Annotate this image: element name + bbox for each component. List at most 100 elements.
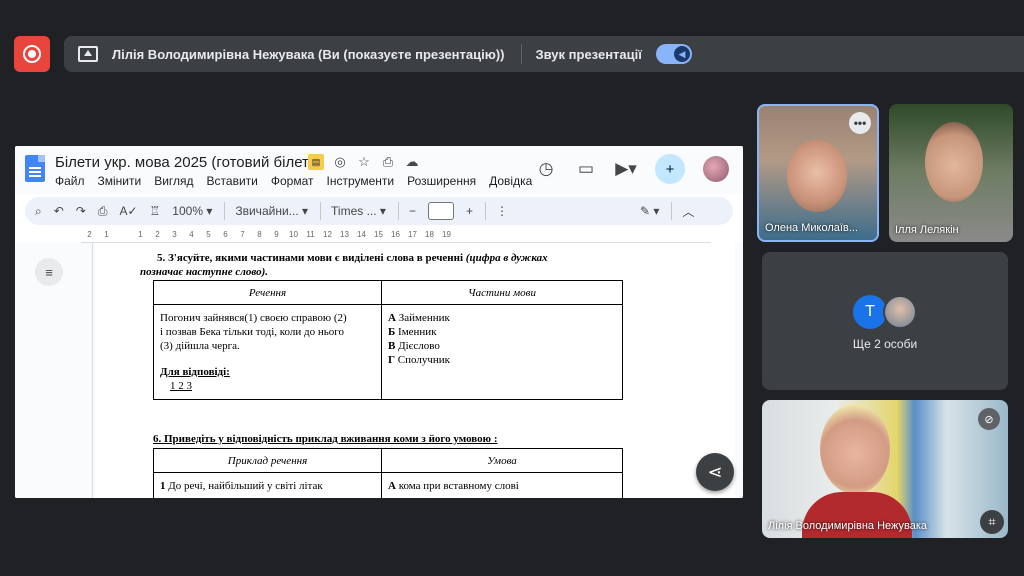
undo-icon[interactable]: ↶ xyxy=(54,204,64,218)
participant-video xyxy=(787,140,847,212)
ruler-number: 18 xyxy=(425,230,434,239)
paint-format-icon[interactable]: ♖ xyxy=(150,204,161,218)
ruler-number: 13 xyxy=(340,230,349,239)
account-avatar[interactable] xyxy=(703,156,729,182)
speaker-icon: ◀ xyxy=(673,46,690,62)
ruler-number: 14 xyxy=(357,230,366,239)
ruler-number: 9 xyxy=(274,230,279,239)
toolbar-divider xyxy=(484,202,486,220)
document-page[interactable]: 5. З'ясуйте, якими частинами мови є виді… xyxy=(95,243,735,498)
ruler-number: 1 xyxy=(104,230,109,239)
participant-tile-illia[interactable]: Ілля Лелякін xyxy=(889,104,1013,242)
record-button[interactable] xyxy=(14,36,50,72)
docs-header: Білети укр. мова 2025 (готовий білет) ▤ … xyxy=(15,146,743,194)
crop-icon[interactable]: ⌗ xyxy=(980,510,1004,534)
ruler-number: 10 xyxy=(289,230,298,239)
font-select[interactable]: Times ... ▾ xyxy=(331,204,386,218)
vertical-ruler[interactable] xyxy=(81,243,93,498)
meet-stage: Лілія Володимирівна Нежувака (Ви (показу… xyxy=(0,0,1024,576)
docs-logo-icon[interactable] xyxy=(25,155,45,182)
outline-icon[interactable]: ≡ xyxy=(35,258,63,286)
redo-icon[interactable]: ↷ xyxy=(76,204,86,218)
ruler-number: 4 xyxy=(189,230,194,239)
editing-mode-icon[interactable]: ✎ ▾ xyxy=(640,204,659,218)
answer-label: Для відповіді: xyxy=(160,366,230,378)
ruler-number: 8 xyxy=(257,230,262,239)
q5-heading: 5. З'ясуйте, якими частинами мови є виді… xyxy=(157,252,548,264)
style-select[interactable]: Звичайни... ▾ xyxy=(235,204,308,218)
meet-video-icon[interactable]: ▶▾ xyxy=(615,159,637,179)
sentence-cell: Погонич зайнявся(1) своєю справою (2) і … xyxy=(153,304,382,400)
menu-format[interactable]: Формат xyxy=(271,174,314,188)
presentation-sound-label: Звук презентації xyxy=(535,46,642,62)
docs-toolbar: ⌕ ↶ ↷ ⎙ A✓ ♖ 100% ▾ Звичайни... ▾ Times … xyxy=(25,197,733,225)
horizontal-ruler[interactable]: 2 1 1 2 3 4 5 6 7 8 9 10 11 12 13 14 15 16 17 18 19 xyxy=(81,230,711,242)
participant-tile-olena[interactable]: ••• Олена Миколаїв... xyxy=(757,104,879,242)
ruler-number: 5 xyxy=(206,230,211,239)
comments-icon[interactable]: ▭ xyxy=(575,159,597,179)
more-participants-label: Ще 2 особи xyxy=(852,337,918,351)
document-title[interactable]: Білети укр. мова 2025 (готовий білет) xyxy=(55,154,314,171)
presenting-status-text: Лілія Володимирівна Нежувака (Ви (показу… xyxy=(112,46,505,62)
menu-edit[interactable]: Змінити xyxy=(98,174,142,188)
menu-extensions[interactable]: Розширення xyxy=(407,174,476,188)
presentation-sound-toggle[interactable]: ◀ xyxy=(655,44,692,64)
menu-file[interactable]: Файл xyxy=(55,174,85,188)
toolbar-divider xyxy=(671,202,673,220)
toolbar-divider xyxy=(320,202,322,220)
participant-video xyxy=(820,404,890,494)
ruler-number xyxy=(115,230,132,239)
more-options-icon[interactable]: ••• xyxy=(849,112,871,134)
collapse-toolbar-icon[interactable]: ︿ xyxy=(682,203,694,220)
presenting-bar: Лілія Володимирівна Нежувака (Ви (показу… xyxy=(64,36,1024,72)
table-header: Приклад речення xyxy=(153,448,382,473)
title-icons: ▤ ◎ ☆ ⎙ ☁ xyxy=(308,154,420,170)
spellcheck-icon[interactable]: A✓ xyxy=(119,204,137,218)
font-size-decrease-icon[interactable]: − xyxy=(409,204,416,218)
ruler-number: 3 xyxy=(172,230,177,239)
option-b: Б Іменник xyxy=(388,326,437,338)
star-icon[interactable]: ☆ xyxy=(356,154,372,170)
record-icon xyxy=(23,45,41,63)
more-options-icon[interactable]: ⋮ xyxy=(496,204,508,218)
ruler-number: 7 xyxy=(240,230,245,239)
gemini-icon[interactable]: ◎ xyxy=(332,154,348,170)
move-folder-icon[interactable]: ⎙ xyxy=(380,154,396,170)
present-screen-icon xyxy=(78,46,98,62)
search-icon[interactable]: ⌕ xyxy=(35,204,42,219)
menu-view[interactable]: Вигляд xyxy=(154,174,193,188)
more-participants-tile[interactable]: Т Ще 2 особи xyxy=(762,252,1008,390)
table-header: Умова xyxy=(381,448,623,473)
presentation-mode-icon[interactable]: ▤ xyxy=(308,154,324,170)
menu-insert[interactable]: Вставити xyxy=(207,174,258,188)
mic-off-icon: ⊘ xyxy=(978,408,1000,430)
history-icon[interactable]: ◷ xyxy=(535,159,557,179)
share-fab-icon[interactable]: ⋖ xyxy=(696,453,734,491)
toolbar-divider xyxy=(224,202,226,220)
menu-help[interactable]: Довідка xyxy=(489,174,532,188)
ruler-number: 2 xyxy=(155,230,160,239)
q6-heading: 6. Приведіть у відповідність приклад вжи… xyxy=(153,433,498,445)
ruler-number: 19 xyxy=(442,230,451,239)
table-header: Речення xyxy=(153,280,382,305)
menu-tools[interactable]: Інструменти xyxy=(327,174,395,188)
ruler-number: 1 xyxy=(138,230,143,239)
example-cell: 1 До речі, найбільший у світі літак xyxy=(153,472,382,498)
q5-heading-line2: позначає наступне слово). xyxy=(140,266,269,278)
shared-screen-docs: Білети укр. мова 2025 (готовий білет) ▤ … xyxy=(15,146,743,498)
participant-name: Ілля Лелякін xyxy=(895,224,959,236)
cloud-status-icon[interactable]: ☁ xyxy=(404,154,420,170)
participant-video xyxy=(925,122,983,202)
participant-avatar xyxy=(883,295,917,329)
options-cell: А Займенник Б Іменник В Дієслово Г Сполу… xyxy=(381,304,623,400)
zoom-select[interactable]: 100% ▾ xyxy=(172,204,212,218)
self-tile[interactable]: ⊘ Лілія Володимирівна Нежувака ⌗ xyxy=(762,400,1008,538)
print-icon[interactable]: ⎙ xyxy=(98,204,108,219)
ruler-number: 11 xyxy=(306,230,315,239)
font-size-input[interactable] xyxy=(427,202,454,220)
q5-table: Речення Частини мови Погонич зайнявся(1)… xyxy=(153,280,623,400)
share-person-icon[interactable]: + xyxy=(655,154,685,184)
font-size-increase-icon[interactable]: + xyxy=(466,204,473,218)
participant-name: Олена Миколаїв... xyxy=(765,222,858,234)
ruler-number: 12 xyxy=(323,230,332,239)
